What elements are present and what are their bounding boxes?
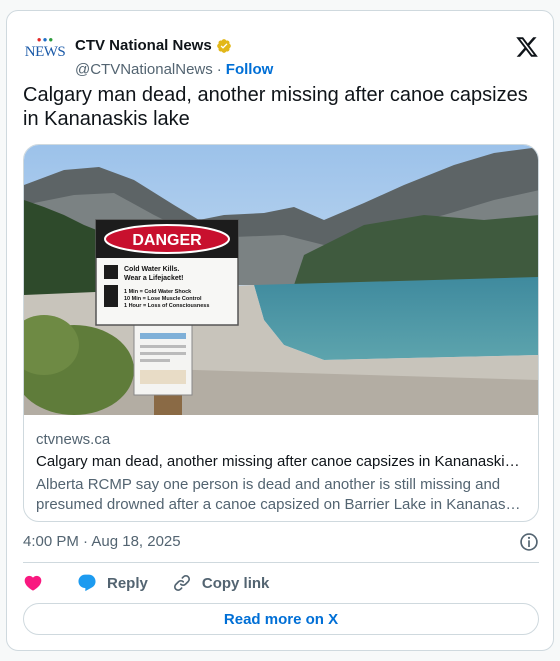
news-logo-text: NEWS <box>24 44 66 60</box>
reply-label: Reply <box>107 574 148 592</box>
link-preview-card[interactable]: DANGER Cold Water Kills. Wear a Lifejack… <box>23 144 539 522</box>
x-logo-icon[interactable] <box>515 35 539 59</box>
link-domain: ctvnews.ca <box>36 431 111 448</box>
link-icon <box>173 574 190 592</box>
speech-bubble-icon <box>78 574 96 592</box>
read-more-button[interactable]: Read more on X <box>23 603 539 635</box>
ctv-logo-mark: ● ● ● <box>36 35 54 44</box>
danger-sign-rule1: 1 Min = Cold Water Shock <box>124 289 192 295</box>
danger-sign-rule3: 1 Hour = Loss of Consciousness <box>124 303 209 309</box>
follow-button[interactable]: Follow <box>226 61 274 78</box>
verified-badge-icon <box>216 38 231 53</box>
handle-separator: · <box>216 61 222 78</box>
copy-link-button[interactable]: Copy link <box>172 573 270 593</box>
danger-sign-line1: Cold Water Kills. <box>124 266 179 273</box>
info-icon[interactable] <box>519 532 539 552</box>
author-name-row: CTV National News <box>75 37 232 54</box>
link-title: Calgary man dead, another missing after … <box>36 453 520 470</box>
author-display-name[interactable]: CTV National News <box>75 37 212 54</box>
heart-icon <box>24 575 42 591</box>
tweet-actions: Reply Copy link <box>23 571 539 595</box>
link-preview-meta: ctvnews.ca Calgary man dead, another mis… <box>36 430 526 515</box>
link-description: Alberta RCMP say one person is dead and … <box>36 476 521 513</box>
tweet-timestamp[interactable]: 4:00 PM · Aug 18, 2025 <box>23 533 181 550</box>
link-preview-image: DANGER Cold Water Kills. Wear a Lifejack… <box>24 145 538 415</box>
author-handle-row: @CTVNationalNews · Follow <box>75 61 273 78</box>
danger-sign-rule2: 10 Min = Lose Muscle Control <box>124 296 202 302</box>
danger-sign-line2: Wear a Lifejacket! <box>124 275 183 282</box>
danger-sign-header: DANGER <box>132 232 202 249</box>
tweet-text: Calgary man dead, another missing after … <box>23 84 528 130</box>
divider <box>23 562 539 563</box>
reply-button[interactable]: Reply <box>77 573 148 593</box>
like-button[interactable] <box>23 573 53 593</box>
timestamp-row: 4:00 PM · Aug 18, 2025 <box>23 532 539 552</box>
copy-link-label: Copy link <box>201 574 270 592</box>
tweet-header: ● ● ● NEWS CTV National News @CTVNationalN… <box>23 25 539 78</box>
embedded-tweet-card: ● ● ● NEWS CTV National News @CTVNationalN… <box>6 10 554 651</box>
author-handle[interactable]: @CTVNationalNews <box>75 61 213 78</box>
ctv-news-avatar[interactable]: ● ● ● NEWS <box>23 35 67 65</box>
